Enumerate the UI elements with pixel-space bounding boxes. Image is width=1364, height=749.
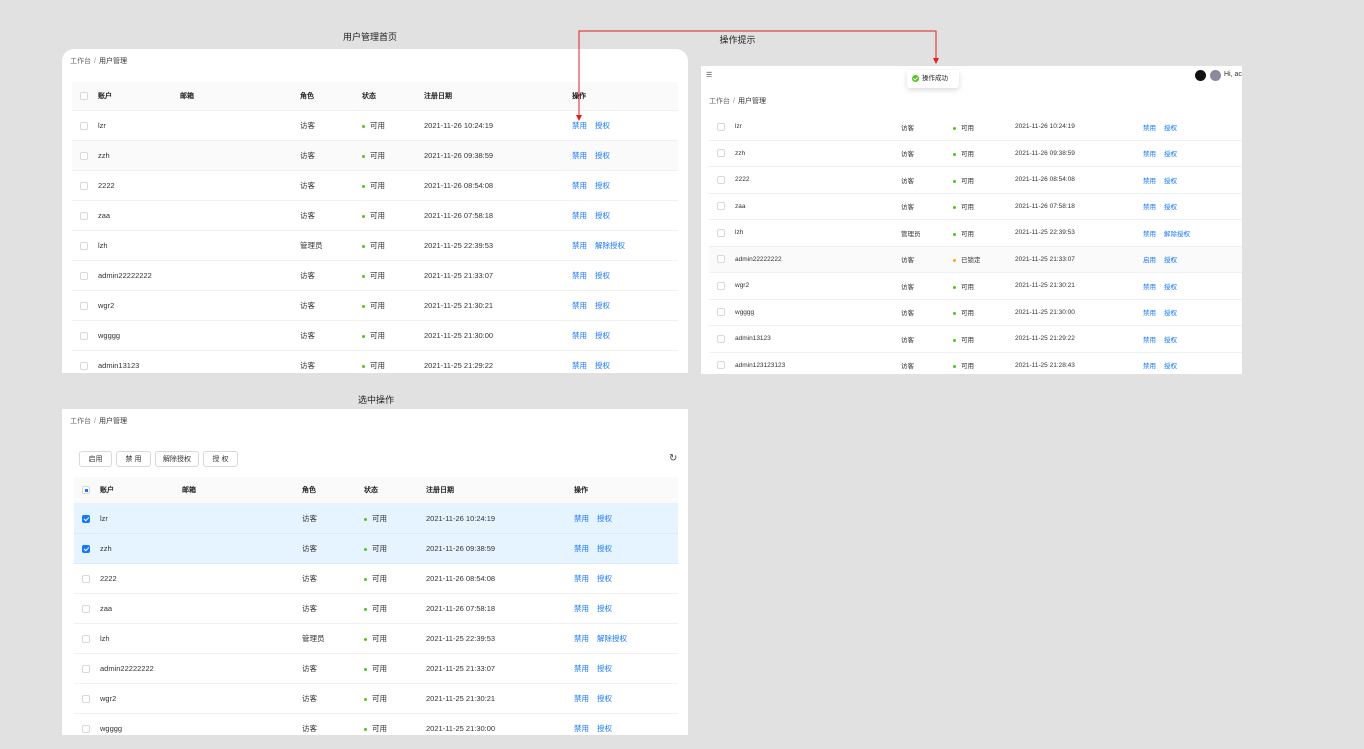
annotation-arrow (576, 30, 939, 121)
canvas: 用户管理首页 操作提示 选中操作 工作台 / 用户管理 账户 邮箱 角色 状态 注册… (0, 0, 1364, 749)
